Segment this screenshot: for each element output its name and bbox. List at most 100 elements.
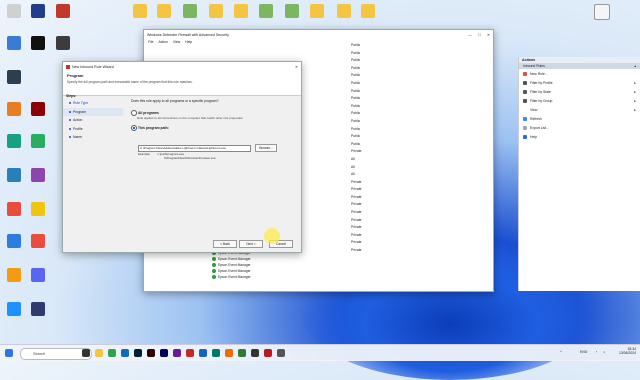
profile-cell[interactable]: Public: [351, 95, 373, 103]
app-icon[interactable]: [199, 349, 207, 357]
desktop-icon[interactable]: [24, 202, 52, 217]
folder-icon[interactable]: [227, 4, 255, 19]
action-new-rule[interactable]: New Rule...: [519, 69, 640, 78]
menu-view[interactable]: View: [173, 40, 180, 44]
folder-icon[interactable]: [303, 4, 331, 19]
action-help[interactable]: Help: [519, 132, 640, 141]
illustrator-icon[interactable]: [147, 349, 155, 357]
action-filter-group[interactable]: Filter by Group ▸: [519, 96, 640, 105]
file-icon[interactable]: [588, 4, 616, 21]
app-icon[interactable]: [108, 349, 116, 357]
task-view-icon[interactable]: [82, 349, 90, 357]
desktop-icon[interactable]: [24, 302, 52, 317]
desktop-icon[interactable]: [24, 134, 52, 149]
app-icon[interactable]: [173, 349, 181, 357]
action-filter-profile[interactable]: Filter by Profile ▸: [519, 78, 640, 87]
rule-row[interactable]: Epson Event Manager: [212, 274, 352, 280]
action-export[interactable]: Export List...: [519, 123, 640, 132]
browse-button[interactable]: Browse...: [255, 144, 277, 152]
desktop-icon[interactable]: [24, 4, 52, 19]
profile-cell[interactable]: Private: [351, 194, 373, 202]
program-path-input[interactable]: C:\Program Files\Adobe\Adobe Lightroom C…: [138, 145, 251, 152]
step-rule-type[interactable]: Rule Type: [63, 99, 123, 108]
menu-file[interactable]: File: [148, 40, 153, 44]
back-button[interactable]: < Back: [213, 240, 237, 248]
profile-cell[interactable]: Private: [351, 186, 373, 194]
chrome-icon[interactable]: [238, 349, 246, 357]
menu-action[interactable]: Action: [158, 40, 167, 44]
profile-cell[interactable]: Public: [351, 50, 373, 58]
profile-cell[interactable]: Public: [351, 141, 373, 149]
step-program[interactable]: Program: [63, 107, 123, 116]
profile-cell[interactable]: Public: [351, 133, 373, 141]
profile-cell[interactable]: Private: [351, 179, 373, 187]
folder-icon[interactable]: [278, 4, 306, 19]
profile-cell[interactable]: Private: [351, 247, 373, 255]
profile-cell[interactable]: All: [351, 164, 373, 172]
profile-cell[interactable]: Private: [351, 217, 373, 225]
desktop-icon[interactable]: [49, 36, 77, 51]
app-icon[interactable]: [264, 349, 272, 357]
profile-cell[interactable]: Public: [351, 80, 373, 88]
this-program-radio[interactable]: [131, 125, 137, 131]
minimize-button[interactable]: —: [468, 33, 472, 37]
step-action[interactable]: Action: [63, 116, 123, 125]
close-button[interactable]: ✕: [487, 33, 490, 37]
profile-cell[interactable]: Private: [351, 224, 373, 232]
app-icon[interactable]: [225, 349, 233, 357]
folder-icon[interactable]: [150, 4, 178, 19]
profile-cell[interactable]: All: [351, 156, 373, 164]
tray-arrow-icon[interactable]: ^: [560, 350, 562, 354]
desktop-icon[interactable]: [49, 4, 77, 19]
folder-icon[interactable]: [202, 4, 230, 19]
premiere-icon[interactable]: [160, 349, 168, 357]
profile-cell[interactable]: Private: [351, 232, 373, 240]
photoshop-icon[interactable]: [134, 349, 142, 357]
profile-cell[interactable]: Public: [351, 110, 373, 118]
clock[interactable]: 18:34 13/06/2024: [612, 347, 636, 355]
folder-icon[interactable]: [176, 4, 204, 19]
all-programs-option[interactable]: All programs Rule applies to all connect…: [131, 110, 295, 120]
profile-cell[interactable]: All: [351, 171, 373, 179]
file-explorer-icon[interactable]: [95, 349, 103, 357]
desktop-icon[interactable]: [0, 70, 28, 85]
volume-icon[interactable]: ◖: [603, 350, 605, 354]
app-icon[interactable]: [212, 349, 220, 357]
action-refresh[interactable]: Refresh: [519, 114, 640, 123]
profile-cell[interactable]: Public: [351, 118, 373, 126]
firewall-titlebar[interactable]: Windows Defender Firewall with Advanced …: [144, 30, 493, 39]
profile-cell[interactable]: Public: [351, 57, 373, 65]
desktop-icon[interactable]: [24, 36, 52, 51]
profile-cell[interactable]: Public: [351, 103, 373, 111]
this-program-option[interactable]: This program path:: [131, 125, 295, 131]
profile-cell[interactable]: Public: [351, 88, 373, 96]
start-icon[interactable]: [5, 349, 13, 357]
language-indicator[interactable]: ENG: [580, 350, 587, 354]
step-name[interactable]: Name: [63, 133, 123, 142]
maximize-button[interactable]: ☐: [478, 33, 481, 37]
app-icon[interactable]: [186, 349, 194, 357]
profile-cell[interactable]: Private: [351, 209, 373, 217]
folder-icon[interactable]: [354, 4, 382, 19]
firewall-taskbar-icon[interactable]: [277, 349, 285, 357]
app-icon[interactable]: [251, 349, 259, 357]
profile-cell[interactable]: Private: [351, 239, 373, 247]
profile-cell[interactable]: Public: [351, 126, 373, 134]
wizard-close-button[interactable]: ✕: [295, 65, 298, 69]
profile-cell[interactable]: Public: [351, 72, 373, 80]
desktop-icon[interactable]: [24, 234, 52, 249]
wifi-icon[interactable]: ◔: [595, 350, 597, 354]
menu-help[interactable]: Help: [185, 40, 192, 44]
desktop-icon[interactable]: [24, 168, 52, 183]
profile-cell[interactable]: Public: [351, 65, 373, 73]
desktop-icon[interactable]: [24, 268, 52, 283]
profile-cell[interactable]: Private: [351, 201, 373, 209]
edge-icon[interactable]: [121, 349, 129, 357]
folder-icon[interactable]: [252, 4, 280, 19]
profile-cell[interactable]: Private: [351, 148, 373, 156]
action-view[interactable]: View ▸: [519, 105, 640, 114]
step-profile[interactable]: Profile: [63, 125, 123, 134]
next-button[interactable]: Next >: [239, 240, 263, 248]
desktop-icon[interactable]: [24, 102, 52, 117]
profile-cell[interactable]: Public: [351, 42, 373, 50]
